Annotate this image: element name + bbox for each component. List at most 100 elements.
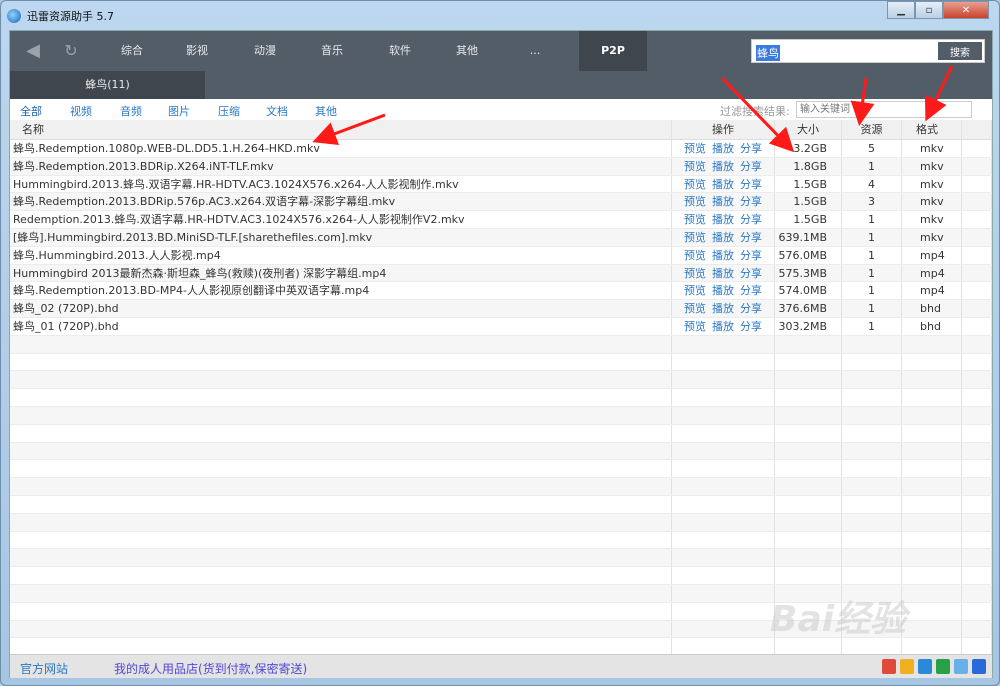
category-tab[interactable]: 视频 [70, 103, 92, 119]
table-row[interactable]: 蜂鸟_01 (720P).bhd 预览 播放 分享 303.2MB 1 bhd [10, 317, 992, 336]
tab-6[interactable]: ... [510, 31, 560, 71]
action-play[interactable]: 播放 [712, 267, 734, 280]
action-share[interactable]: 分享 [740, 320, 762, 333]
action-preview[interactable]: 预览 [684, 267, 706, 280]
file-name[interactable]: 蜂鸟.Hummingbird.2013.人人影视.mp4 [10, 246, 672, 264]
table-row[interactable]: 蜂鸟.Redemption.2013.BD-MP4-人人影视原创翻译中英双语字幕… [10, 282, 992, 301]
tab-1[interactable]: 影视 [172, 31, 222, 71]
source-count: 1 [842, 211, 902, 228]
file-name[interactable]: 蜂鸟.Redemption.1080p.WEB-DL.DD5.1.H.264-H… [10, 140, 672, 157]
back-arrow-icon[interactable]: ◀ [18, 31, 48, 71]
action-share[interactable]: 分享 [740, 160, 762, 173]
file-name[interactable]: Hummingbird.2013.蜂鸟.双语字幕.HR-HDTV.AC3.102… [10, 175, 672, 193]
action-share[interactable]: 分享 [740, 249, 762, 262]
col-format[interactable]: 格式 [902, 120, 962, 139]
tab-p2p[interactable]: P2P [579, 31, 647, 71]
action-play[interactable]: 播放 [712, 231, 734, 244]
action-share[interactable]: 分享 [740, 302, 762, 315]
title-bar: 迅雷资源助手 5.7 [7, 5, 114, 27]
category-tab[interactable]: 其他 [315, 103, 337, 119]
file-name[interactable]: 蜂鸟.Redemption.2013.BDRip.576p.AC3.x264.双… [10, 193, 672, 211]
category-tab[interactable]: 文档 [266, 103, 288, 119]
search-button[interactable]: 搜索 [938, 42, 982, 60]
tab-3[interactable]: 音乐 [307, 31, 357, 71]
action-share[interactable]: 分享 [740, 195, 762, 208]
table-row[interactable]: 蜂鸟.Redemption.2013.BDRip.576p.AC3.x264.双… [10, 193, 992, 212]
empty-row [10, 335, 992, 354]
file-name[interactable]: 蜂鸟.Redemption.2013.BDRip.X264.iNT-TLF.mk… [10, 157, 672, 175]
action-play[interactable]: 播放 [712, 302, 734, 315]
file-name[interactable]: Hummingbird 2013最新杰森·斯坦森_蜂鸟(救赎)(夜刑者) 深影字… [10, 264, 672, 282]
action-play[interactable]: 播放 [712, 284, 734, 297]
empty-row [10, 513, 992, 532]
tab-2[interactable]: 动漫 [240, 31, 290, 71]
result-tab[interactable]: 蜂鸟(11) [10, 71, 205, 99]
action-play[interactable]: 播放 [712, 195, 734, 208]
table-row[interactable]: 蜂鸟_02 (720P).bhd 预览 播放 分享 376.6MB 1 bhd [10, 300, 992, 318]
category-tab[interactable]: 音频 [120, 103, 142, 119]
action-preview[interactable]: 预览 [684, 231, 706, 244]
file-name[interactable]: [蜂鸟].Hummingbird.2013.BD.MiniSD-TLF.[sha… [10, 228, 672, 246]
filter-input[interactable] [796, 101, 972, 118]
search-input[interactable]: 蜂鸟 [756, 45, 780, 61]
file-name[interactable]: 蜂鸟_01 (720P).bhd [10, 317, 672, 335]
action-share[interactable]: 分享 [740, 178, 762, 191]
tray-app-icon[interactable] [900, 659, 914, 674]
minimize-button[interactable]: ▁ [887, 1, 915, 19]
action-play[interactable]: 播放 [712, 320, 734, 333]
action-preview[interactable]: 预览 [684, 320, 706, 333]
category-tab[interactable]: 图片 [168, 103, 190, 119]
source-count: 4 [842, 175, 902, 193]
file-format: mkv [902, 157, 962, 175]
action-preview[interactable]: 预览 [684, 195, 706, 208]
action-preview[interactable]: 预览 [684, 302, 706, 315]
table-row[interactable]: 蜂鸟.Redemption.2013.BDRip.X264.iNT-TLF.mk… [10, 157, 992, 176]
table-row[interactable]: Redemption.2013.蜂鸟.双语字幕.HR-HDTV.AC3.1024… [10, 211, 992, 229]
col-name[interactable]: 名称 [10, 120, 672, 139]
file-name[interactable]: Redemption.2013.蜂鸟.双语字幕.HR-HDTV.AC3.1024… [10, 211, 672, 228]
table-row[interactable]: 蜂鸟.Hummingbird.2013.人人影视.mp4 预览 播放 分享 576.… [10, 246, 992, 265]
action-preview[interactable]: 预览 [684, 178, 706, 191]
action-share[interactable]: 分享 [740, 267, 762, 280]
shop-link[interactable]: 我的成人用品店(货到付款,保密寄送) [114, 660, 307, 677]
action-share[interactable]: 分享 [740, 231, 762, 244]
action-preview[interactable]: 预览 [684, 249, 706, 262]
tray-app-icon[interactable] [918, 659, 932, 674]
action-play[interactable]: 播放 [712, 213, 734, 226]
tray-app-icon[interactable] [882, 659, 896, 674]
table-row[interactable]: Hummingbird.2013.蜂鸟.双语字幕.HR-HDTV.AC3.102… [10, 175, 992, 194]
tray-app-icon[interactable] [936, 659, 950, 674]
category-tab[interactable]: 压缩 [218, 103, 240, 119]
tray-app-icon[interactable] [972, 659, 986, 674]
refresh-icon[interactable]: ↻ [56, 31, 86, 71]
action-share[interactable]: 分享 [740, 213, 762, 226]
table-row[interactable]: [蜂鸟].Hummingbird.2013.BD.MiniSD-TLF.[sha… [10, 228, 992, 247]
file-format: bhd [902, 317, 962, 335]
file-name[interactable]: 蜂鸟_02 (720P).bhd [10, 300, 672, 317]
action-preview[interactable]: 预览 [684, 284, 706, 297]
action-play[interactable]: 播放 [712, 142, 734, 155]
file-format: mkv [902, 140, 962, 157]
action-share[interactable]: 分享 [740, 142, 762, 155]
actions: 预览 播放 分享 [672, 175, 775, 193]
table-row[interactable]: Hummingbird 2013最新杰森·斯坦森_蜂鸟(救赎)(夜刑者) 深影字… [10, 264, 992, 283]
category-tab[interactable]: 全部 [20, 103, 42, 119]
action-preview[interactable]: 预览 [684, 213, 706, 226]
official-site-link[interactable]: 官方网站 [20, 660, 68, 677]
tab-0[interactable]: 综合 [107, 31, 157, 71]
col-size[interactable]: 大小 [775, 120, 842, 139]
action-share[interactable]: 分享 [740, 284, 762, 297]
tab-5[interactable]: 其他 [442, 31, 492, 71]
col-sources[interactable]: 资源 [842, 120, 902, 139]
action-play[interactable]: 播放 [712, 160, 734, 173]
close-button[interactable]: ✕ [943, 1, 989, 19]
action-play[interactable]: 播放 [712, 249, 734, 262]
action-preview[interactable]: 预览 [684, 160, 706, 173]
file-name[interactable]: 蜂鸟.Redemption.2013.BD-MP4-人人影视原创翻译中英双语字幕… [10, 282, 672, 300]
tab-4[interactable]: 软件 [375, 31, 425, 71]
action-preview[interactable]: 预览 [684, 142, 706, 155]
table-row[interactable]: 蜂鸟.Redemption.1080p.WEB-DL.DD5.1.H.264-H… [10, 140, 992, 158]
action-play[interactable]: 播放 [712, 178, 734, 191]
maximize-button[interactable]: ▫ [915, 1, 943, 19]
tray-app-icon[interactable] [954, 659, 968, 674]
